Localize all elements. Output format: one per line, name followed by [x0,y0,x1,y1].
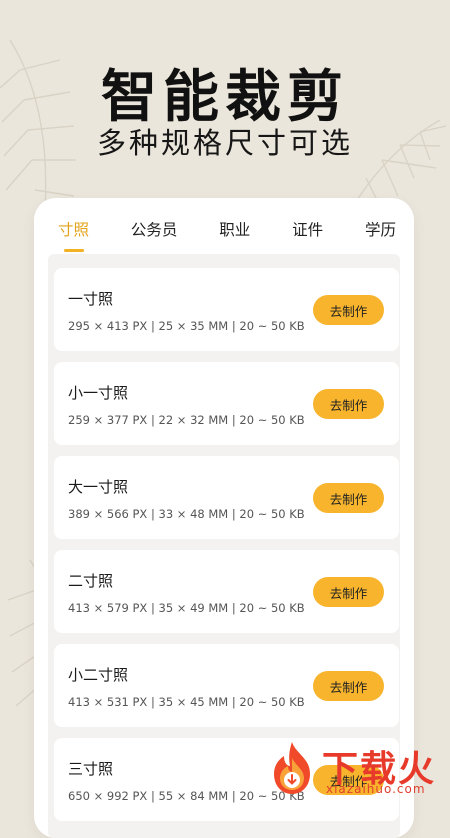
make-button[interactable]: 去制作 [313,295,384,325]
size-specs: 389 × 566 PX | 33 × 48 MM | 20 ~ 50 KB [68,507,305,521]
watermark-logo: 下载火 xiazaihuo.com [262,736,450,800]
list-item[interactable]: 小二寸照 413 × 531 PX | 35 × 45 MM | 20 ~ 50… [54,644,399,727]
size-name: 小一寸照 [68,384,129,402]
hero-subtitle: 多种规格尺寸可选 [96,126,353,160]
tab-occupation[interactable]: 职业 [213,206,256,254]
make-button[interactable]: 去制作 [313,577,384,607]
flame-download-icon [274,742,310,794]
size-specs: 413 × 579 PX | 35 × 49 MM | 20 ~ 50 KB [68,601,305,615]
tab-education[interactable]: 学历 [359,206,402,254]
size-specs: 295 × 413 PX | 25 × 35 MM | 20 ~ 50 KB [68,319,305,333]
watermark-url: xiazaihuo.com [326,782,426,796]
list-item[interactable]: 小一寸照 259 × 377 PX | 22 × 32 MM | 20 ~ 50… [54,362,399,445]
tab-inch-photo[interactable]: 寸照 [52,206,95,254]
make-button[interactable]: 去制作 [313,483,384,513]
make-button[interactable]: 去制作 [313,389,384,419]
size-name: 小二寸照 [68,666,129,684]
tab-certificate[interactable]: 证件 [286,206,329,254]
tab-civil-servant[interactable]: 公务员 [125,206,184,254]
size-name: 三寸照 [68,760,114,778]
size-specs: 259 × 377 PX | 22 × 32 MM | 20 ~ 50 KB [68,413,305,427]
category-tabs: 寸照 公务员 职业 证件 学历 [34,198,414,262]
size-name: 大一寸照 [68,478,129,496]
size-specs: 413 × 531 PX | 35 × 45 MM | 20 ~ 50 KB [68,695,305,709]
list-item[interactable]: 一寸照 295 × 413 PX | 25 × 35 MM | 20 ~ 50 … [54,268,399,351]
size-name: 二寸照 [68,572,114,590]
list-item[interactable]: 二寸照 413 × 579 PX | 35 × 49 MM | 20 ~ 50 … [54,550,399,633]
size-name: 一寸照 [68,290,114,308]
list-item[interactable]: 大一寸照 389 × 566 PX | 33 × 48 MM | 20 ~ 50… [54,456,399,539]
make-button[interactable]: 去制作 [313,671,384,701]
